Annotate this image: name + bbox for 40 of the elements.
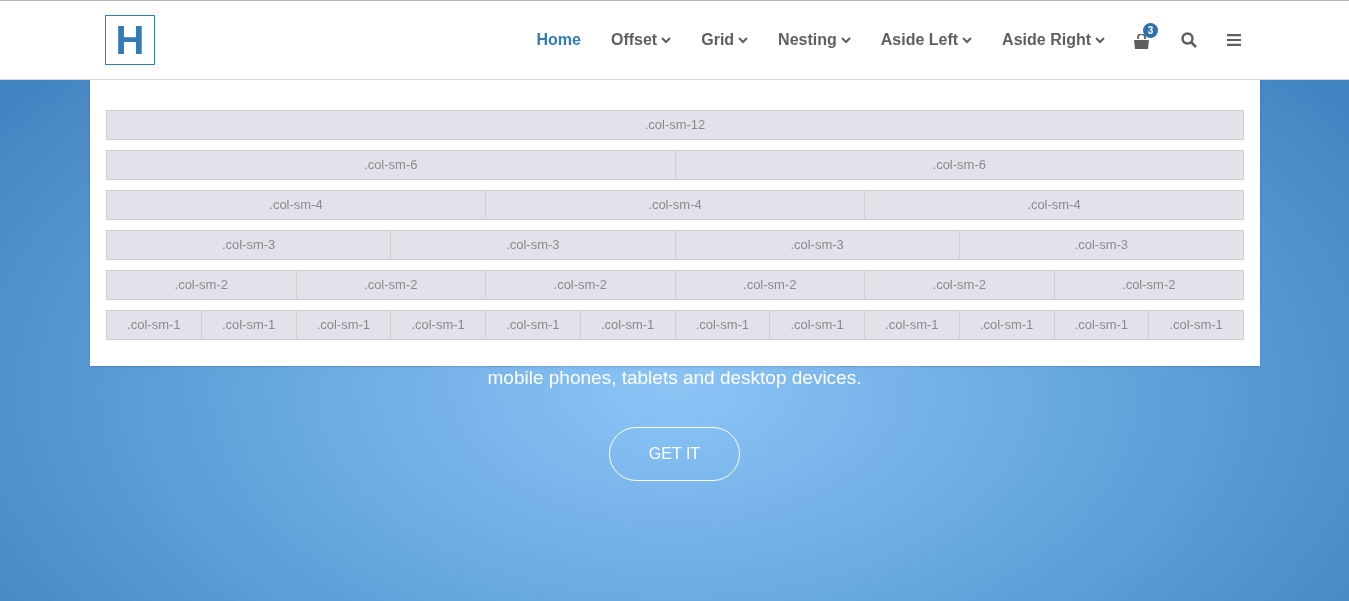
grid-column-cell: .col-sm-1 bbox=[106, 310, 202, 340]
grid-column-cell: .col-sm-2 bbox=[864, 270, 1055, 300]
nav-link[interactable]: Aside Right bbox=[1002, 28, 1105, 52]
grid-column-cell: .col-sm-1 bbox=[958, 310, 1055, 340]
grid-column-cell: .col-sm-1 bbox=[864, 310, 960, 340]
cart-count-badge: 3 bbox=[1143, 23, 1158, 38]
grid-column-cell: .col-sm-1 bbox=[1148, 310, 1244, 340]
grid-column-cell: .col-sm-2 bbox=[674, 270, 865, 300]
grid-column-cell: .col-sm-1 bbox=[295, 310, 392, 340]
grid-column-cell: .col-sm-3 bbox=[958, 230, 1244, 260]
grid-column-cell: .col-sm-1 bbox=[1053, 310, 1150, 340]
logo[interactable]: H bbox=[105, 15, 155, 65]
grid-column-cell: .col-sm-1 bbox=[485, 310, 581, 340]
grid-column-cell: .col-sm-1 bbox=[579, 310, 676, 340]
grid-column-cell: .col-sm-1 bbox=[674, 310, 771, 340]
nav-link[interactable]: Home bbox=[536, 28, 581, 52]
grid-column-cell: .col-sm-2 bbox=[485, 270, 676, 300]
grid-column-cell: .col-sm-2 bbox=[295, 270, 486, 300]
grid-column-cell: .col-sm-2 bbox=[106, 270, 297, 300]
grid-column-cell: .col-sm-1 bbox=[200, 310, 297, 340]
grid-column-cell: .col-sm-1 bbox=[390, 310, 486, 340]
shopping-bag-icon[interactable] bbox=[1133, 34, 1150, 49]
grid-column-cell: .col-sm-3 bbox=[674, 230, 960, 260]
grid-column-cell: .col-sm-4 bbox=[485, 190, 865, 220]
grid-column-cell: .col-sm-4 bbox=[106, 190, 486, 220]
nav-link[interactable]: Nesting bbox=[778, 28, 851, 52]
nav-link[interactable]: Aside Left bbox=[880, 28, 973, 52]
grid-column-cell: .col-sm-6 bbox=[106, 150, 676, 180]
search-icon[interactable] bbox=[1181, 32, 1197, 48]
hero-text: mobile phones, tablets and desktop devices. bbox=[487, 368, 862, 387]
grid-column-cell: .col-sm-12 bbox=[106, 110, 1244, 140]
grid-column-cell: .col-sm-1 bbox=[769, 310, 865, 340]
grid-column-cell: .col-sm-4 bbox=[864, 190, 1244, 220]
grid-column-cell: .col-sm-3 bbox=[390, 230, 676, 260]
grid-column-cell: .col-sm-2 bbox=[1053, 270, 1244, 300]
grid-column-cell: .col-sm-3 bbox=[106, 230, 392, 260]
nav-link[interactable]: Grid bbox=[701, 28, 749, 52]
menu-icon[interactable] bbox=[1227, 34, 1241, 46]
grid-column-cell: .col-sm-6 bbox=[674, 150, 1244, 180]
nav-link[interactable]: Offset bbox=[610, 28, 672, 52]
